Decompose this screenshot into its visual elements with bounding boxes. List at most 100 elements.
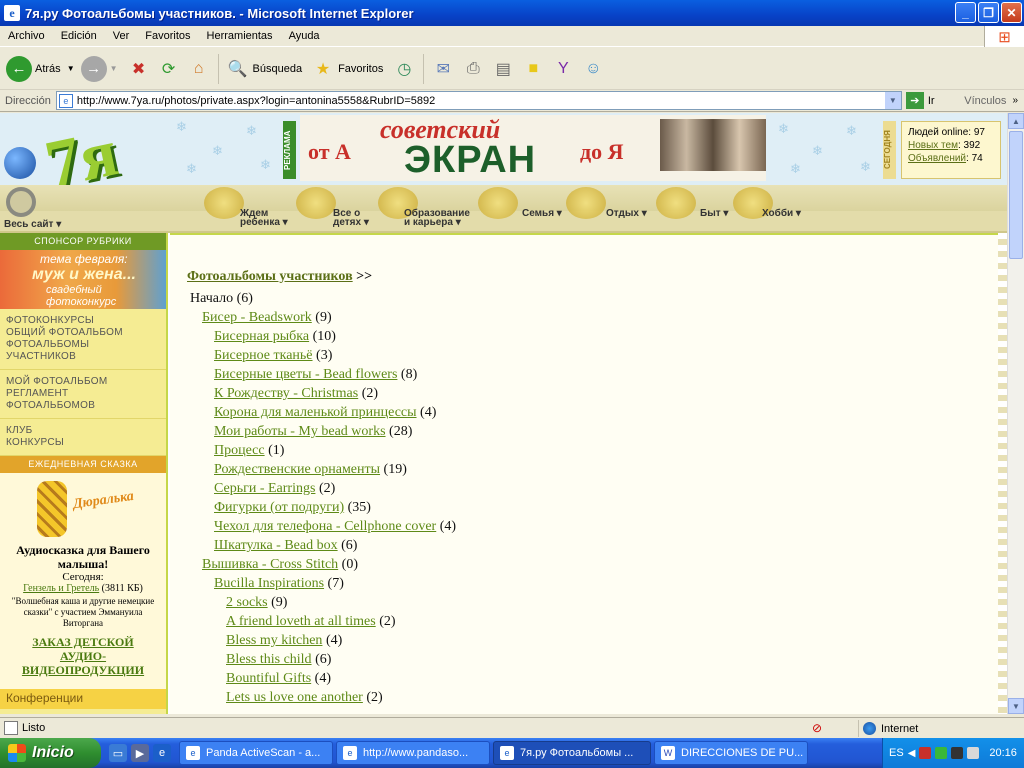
sidebar-item-member-albums[interactable]: ФОТОАЛЬБОМЫ УЧАСТНИКОВ <box>6 339 160 363</box>
back-dropdown-icon[interactable]: ▼ <box>67 64 75 73</box>
album-link[interactable]: Чехол для телефона - Cellphone cover <box>214 519 436 534</box>
close-button[interactable]: ✕ <box>1001 2 1022 23</box>
scroll-up-icon[interactable]: ▲ <box>1008 113 1024 129</box>
minimize-button[interactable]: _ <box>955 2 976 23</box>
album-link[interactable]: Корона для маленькой принцессы <box>214 405 417 420</box>
album-link[interactable]: 2 socks <box>226 595 268 610</box>
edit-icon[interactable]: ▤ <box>491 57 515 81</box>
album-link[interactable]: Фигурки (от подруги) <box>214 500 344 515</box>
start-button[interactable]: Inicio <box>0 738 101 768</box>
volume-icon[interactable] <box>967 747 980 759</box>
nav-hobby[interactable]: Хобби ▾ <box>762 209 801 219</box>
album-link[interactable]: Бисерная рыбка <box>214 329 309 344</box>
nav-education[interactable]: Образование и карьера ▾ <box>404 209 470 228</box>
album-link[interactable]: Рождественские орнаменты <box>214 462 380 477</box>
scroll-thumb[interactable] <box>1009 131 1023 259</box>
album-link[interactable]: Bless this child <box>226 652 312 667</box>
task-direcciones[interactable]: W DIRECCIONES DE PU... <box>654 741 808 765</box>
nav-kids[interactable]: Все о детях ▾ <box>333 209 369 228</box>
address-dropdown-icon[interactable]: ▼ <box>884 92 901 109</box>
promo-banner[interactable]: тема февраля: муж и жена... свадебный фо… <box>0 250 166 309</box>
nav-expecting[interactable]: Ждем ребенка ▾ <box>240 209 288 228</box>
print-icon[interactable]: ⎙ <box>461 57 485 81</box>
album-link[interactable]: Бисерные цветы - Bead flowers <box>214 367 397 382</box>
album-link[interactable]: Шкатулка - Bead box <box>214 538 338 553</box>
nav-household[interactable]: Быт ▾ <box>700 209 728 219</box>
sidebar-item-rules[interactable]: РЕГЛАМЕНТ ФОТОАЛЬБОМОВ <box>6 388 160 412</box>
discuss-icon[interactable]: ■ <box>521 57 545 81</box>
forward-dropdown-icon[interactable]: ▼ <box>110 64 118 73</box>
chevron-right-icon[interactable]: » <box>1012 95 1018 106</box>
vertical-scrollbar[interactable]: ▲ ▼ <box>1007 113 1024 714</box>
show-desktop-icon[interactable]: ▭ <box>109 744 127 762</box>
refresh-icon[interactable]: ⟳ <box>157 57 181 81</box>
album-link[interactable]: Bless my kitchen <box>226 633 322 648</box>
tree-item: 2 socks (9) <box>190 593 456 612</box>
mail-icon[interactable]: ✉ <box>431 57 455 81</box>
page-icon: e <box>58 93 73 108</box>
all-site-menu[interactable]: Весь сайт ▾ <box>4 219 61 230</box>
stop-icon[interactable]: ✖ <box>127 57 151 81</box>
menu-herramientas[interactable]: Herramientas <box>199 30 281 42</box>
album-link[interactable]: A friend loveth at all times <box>226 614 376 629</box>
go-button[interactable]: ➔ Ir <box>905 92 935 109</box>
nav-family[interactable]: Семья ▾ <box>522 209 562 219</box>
zone-label: Internet <box>881 722 919 735</box>
network-icon[interactable] <box>935 747 948 759</box>
tale-link[interactable]: Гензель и Гретель <box>23 583 99 594</box>
sidebar-item-contests[interactable]: КОНКУРСЫ <box>6 437 160 449</box>
address-input[interactable]: e http://www.7ya.ru/photos/private.aspx?… <box>55 91 902 110</box>
sidebar-item-photo-contests[interactable]: ФОТОКОНКУРСЫ <box>6 315 160 327</box>
order-link[interactable]: ЗАКАЗ ДЕТСКОЙ АУДИО-ВИДЕОПРОДУКЦИИ <box>8 635 158 677</box>
monitor-icon[interactable] <box>951 747 964 759</box>
promo-line: свадебный <box>46 284 102 296</box>
nav-leisure[interactable]: Отдых ▾ <box>606 209 647 219</box>
sidebar-item-common-album[interactable]: ОБЩИЙ ФОТОАЛЬБОМ <box>6 327 160 339</box>
task-panda-activescan[interactable]: e Panda ActiveScan - a... <box>179 741 333 765</box>
tray-expand-icon[interactable]: ◀ <box>908 748 916 759</box>
messenger-icon[interactable]: ☺ <box>581 57 605 81</box>
album-link[interactable]: Бисер - Beadswork <box>202 310 312 325</box>
menu-favoritos[interactable]: Favoritos <box>137 30 198 42</box>
album-link[interactable]: Bucilla Inspirations <box>214 576 324 591</box>
album-link[interactable]: Lets us love one another <box>226 690 363 705</box>
back-button[interactable]: ← Atrás ▼ <box>6 55 75 82</box>
album-link[interactable]: К Рождеству - Christmas <box>214 386 358 401</box>
album-link[interactable]: Bountiful Gifts <box>226 671 311 686</box>
soviet-screen-ad[interactable]: от А советский ЭКРАН до Я <box>300 115 766 181</box>
album-count: (1) <box>268 443 285 458</box>
album-link[interactable]: Бисерное тканьё <box>214 348 313 363</box>
task-pandasoftware[interactable]: e http://www.pandaso... <box>336 741 490 765</box>
popup-blocked-icon[interactable]: ⊘ <box>812 721 828 735</box>
links-label[interactable]: Vínculos <box>964 95 1006 107</box>
maximize-button[interactable]: ❐ <box>978 2 999 23</box>
address-url[interactable]: http://www.7ya.ru/photos/private.aspx?lo… <box>77 95 435 107</box>
album-link[interactable]: Мои работы - My bead works <box>214 424 386 439</box>
media-icon[interactable]: ▶ <box>131 744 149 762</box>
album-link[interactable]: Вышивка - Cross Stitch <box>202 557 338 572</box>
conferences-link[interactable]: Конференции <box>0 689 166 709</box>
history-icon[interactable]: ◷ <box>392 57 416 81</box>
home-icon[interactable]: ⌂ <box>187 57 211 81</box>
antivirus-icon[interactable] <box>919 747 932 759</box>
sidebar-item-club[interactable]: КЛУБ <box>6 425 160 437</box>
scroll-down-icon[interactable]: ▼ <box>1008 698 1024 714</box>
sidebar-item-my-album[interactable]: МОЙ ФОТОАЛЬБОМ <box>6 376 160 388</box>
search-button[interactable]: 🔍 Búsqueda <box>223 57 303 81</box>
menu-ayuda[interactable]: Ayuda <box>281 30 328 42</box>
favorites-button[interactable]: ★ Favoritos <box>308 57 383 81</box>
giraffe-logo[interactable]: Дюралька <box>23 479 143 539</box>
album-link[interactable]: Серьги - Earrings <box>214 481 315 496</box>
ads-link[interactable]: Объявлений <box>908 153 966 164</box>
menu-ver[interactable]: Ver <box>105 30 138 42</box>
forward-button[interactable]: → ▼ <box>80 55 118 82</box>
new-topics-link[interactable]: Новых тем <box>908 140 958 151</box>
menu-archivo[interactable]: Archivo <box>0 30 53 42</box>
menu-edicion[interactable]: Edición <box>53 30 105 42</box>
album-link[interactable]: Процесс <box>214 443 265 458</box>
breadcrumb-link[interactable]: Фотоальбомы участников <box>187 269 353 284</box>
yahoo-icon[interactable]: Y <box>551 57 575 81</box>
ie-quicklaunch-icon[interactable]: e <box>153 744 171 762</box>
task-7ya-photo-albums[interactable]: e 7я.ру Фотоальбомы ... <box>493 741 651 765</box>
language-indicator[interactable]: ES <box>889 747 904 759</box>
